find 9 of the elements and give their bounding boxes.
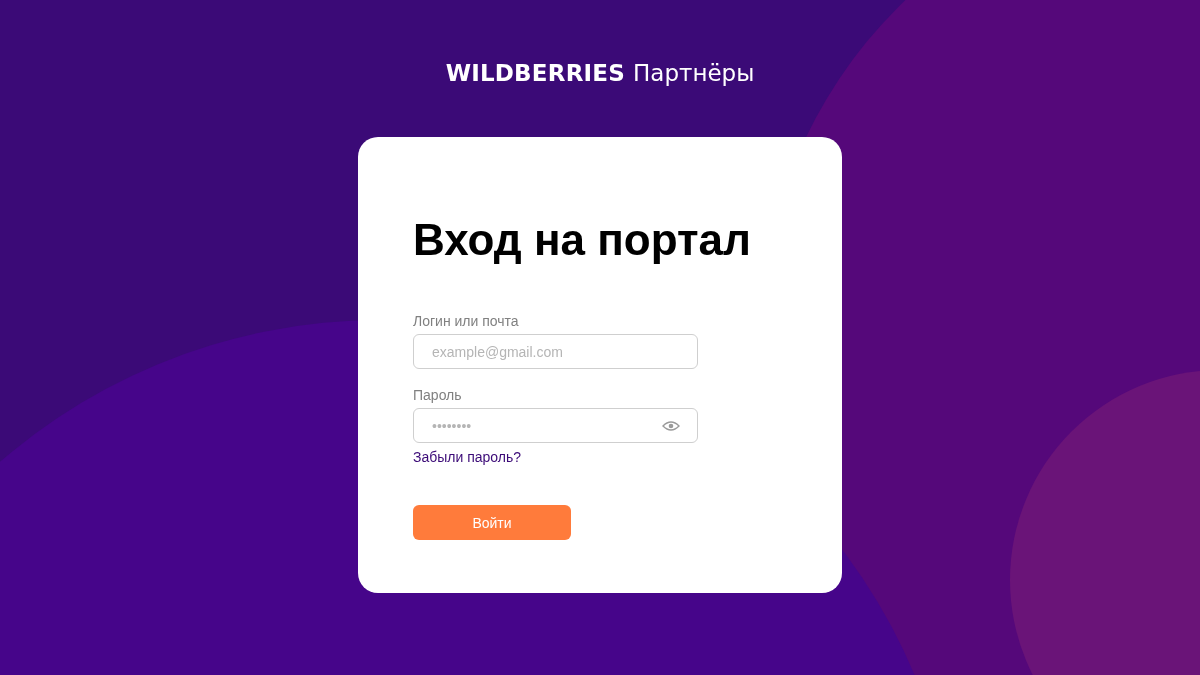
logo-product: Партнёры: [633, 60, 755, 86]
field-label: Логин или почта: [413, 313, 520, 329]
form-title: Вход на портал: [413, 215, 751, 265]
eye-icon[interactable]: [662, 419, 680, 432]
logo-brand: WILDBERRIES: [445, 60, 625, 86]
password-field[interactable]: ••••••••: [413, 408, 698, 443]
field-label: Пароль: [413, 387, 463, 403]
forgot-password-link[interactable]: Забыли пароль?: [413, 449, 522, 465]
login-field[interactable]: example@gmail.com: [413, 334, 698, 369]
